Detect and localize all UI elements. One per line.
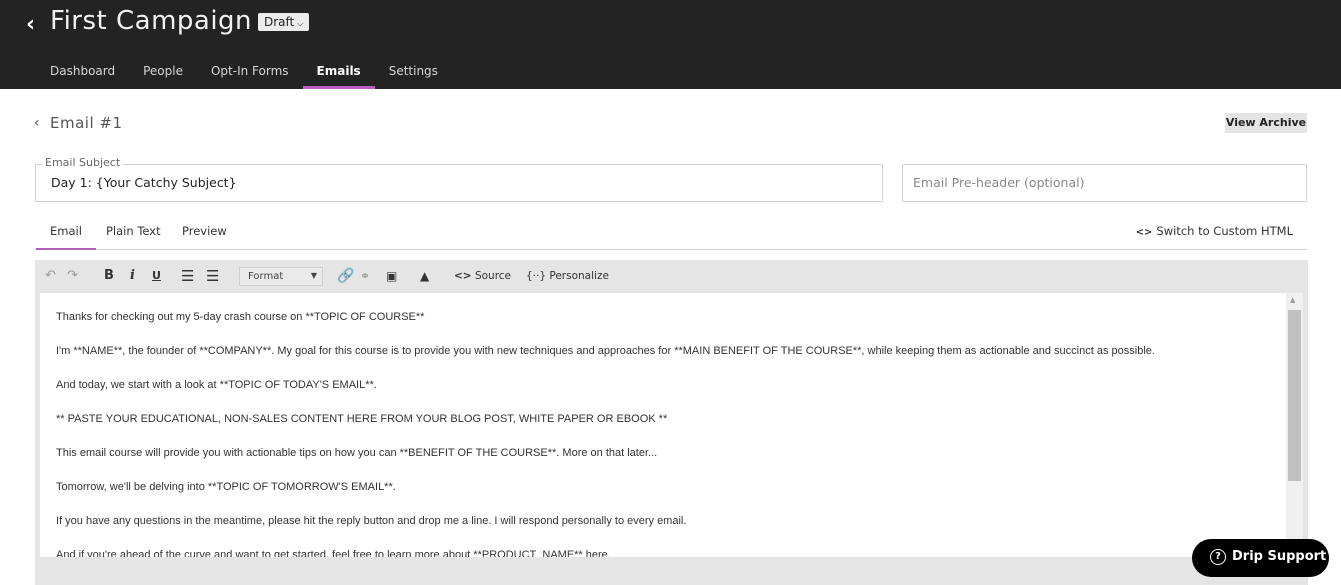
content-paragraph: If you have any questions in the meantim… — [56, 515, 687, 527]
email-subject-label: Email Subject — [42, 156, 124, 169]
editor-tab-email[interactable]: Email — [36, 224, 96, 250]
rich-text-editor: ↶ ↷ B i U ☰ ☰ Format ▼ 🔗 ⚭ ▣ ▲ <> Source… — [35, 260, 1308, 585]
campaign-nav: Dashboard People Opt-In Forms Emails Set… — [36, 55, 452, 89]
editor-content[interactable]: Thanks for checking out my 5-day crash c… — [40, 293, 1286, 557]
editor-tab-preview[interactable]: Preview — [182, 224, 227, 238]
nav-tab-people[interactable]: People — [129, 55, 197, 89]
source-button[interactable]: <> Source — [454, 268, 511, 284]
nav-tab-dashboard[interactable]: Dashboard — [36, 55, 129, 89]
content-paragraph: And if you're ahead of the curve and wan… — [56, 549, 611, 557]
content-paragraph: I'm **NAME**, the founder of **COMPANY**… — [56, 345, 1155, 357]
personalize-label: Personalize — [549, 270, 609, 282]
status-label: Draft — [264, 15, 295, 29]
editor-tab-plain-text[interactable]: Plain Text — [106, 224, 161, 238]
view-archive-button[interactable]: View Archive — [1225, 113, 1307, 133]
personalize-button[interactable]: {··} Personalize — [526, 268, 609, 284]
email-preheader-input[interactable] — [913, 175, 1293, 190]
support-label: Drip Support — [1232, 549, 1327, 564]
content-paragraph: And today, we start with a look at **TOP… — [56, 379, 377, 391]
drip-support-button[interactable]: ? Drip Support — [1192, 539, 1329, 577]
format-dropdown[interactable]: Format ▼ — [239, 267, 323, 286]
scrollbar-thumb[interactable] — [1288, 310, 1301, 481]
email-back-chevron-icon[interactable]: ‹ — [34, 115, 40, 131]
personalize-icon: {··} — [526, 270, 547, 282]
switch-to-custom-html-button[interactable]: <> Switch to Custom HTML — [1136, 224, 1293, 238]
nav-tab-emails[interactable]: Emails — [302, 55, 375, 89]
content-paragraph: Thanks for checking out my 5-day crash c… — [56, 311, 425, 323]
chevron-down-icon: ⌵ — [297, 19, 304, 28]
italic-button[interactable]: i — [130, 268, 135, 284]
unlink-icon[interactable]: ⚭ — [360, 268, 370, 284]
redo-icon[interactable]: ↷ — [67, 268, 78, 284]
back-chevron-icon[interactable]: ‹ — [26, 12, 35, 37]
numbered-list-icon[interactable]: ☰ — [206, 268, 219, 284]
campaign-title: First Campaign — [50, 6, 253, 36]
help-icon: ? — [1210, 549, 1226, 565]
undo-icon[interactable]: ↶ — [45, 268, 56, 284]
email-title: Email #1 — [50, 114, 123, 132]
status-dropdown[interactable]: Draft ⌵ — [258, 13, 310, 31]
email-subject-input[interactable] — [51, 175, 851, 190]
code-icon: <> — [1135, 227, 1153, 238]
dropdown-arrow-icon: ▼ — [310, 271, 317, 280]
editor-tabs: Email Plain Text Preview <> Switch to Cus… — [35, 214, 1307, 250]
scroll-up-arrow-icon[interactable]: ▲ — [1290, 296, 1295, 304]
nav-tab-settings[interactable]: Settings — [375, 55, 452, 89]
editor-toolbar: ↶ ↷ B i U ☰ ☰ Format ▼ 🔗 ⚭ ▣ ▲ <> Source… — [35, 260, 1308, 293]
image-icon[interactable]: ▲ — [420, 268, 429, 284]
bold-button[interactable]: B — [104, 268, 114, 284]
content-paragraph: ** PASTE YOUR EDUCATIONAL, NON-SALES CON… — [56, 413, 668, 425]
underline-button[interactable]: U — [152, 268, 161, 284]
link-icon[interactable]: 🔗 — [337, 268, 354, 284]
code-icon: <> — [454, 270, 472, 282]
email-preheader-field — [902, 164, 1307, 202]
block-quote-icon[interactable]: ▣ — [386, 268, 397, 284]
content-paragraph: This email course will provide you with … — [56, 447, 658, 459]
format-label: Format — [248, 271, 284, 282]
content-paragraph: Tomorrow, we'll be delving into **TOPIC … — [56, 481, 396, 493]
editor-scrollbar[interactable]: ▲ — [1286, 293, 1303, 557]
bulleted-list-icon[interactable]: ☰ — [181, 268, 194, 284]
switch-html-label: Switch to Custom HTML — [1156, 224, 1293, 238]
source-label: Source — [474, 270, 512, 282]
top-header: ‹ First Campaign Draft ⌵ Dashboard People… — [0, 0, 1341, 89]
nav-tab-opt-in-forms[interactable]: Opt-In Forms — [197, 55, 303, 89]
email-subject-field — [35, 164, 883, 202]
